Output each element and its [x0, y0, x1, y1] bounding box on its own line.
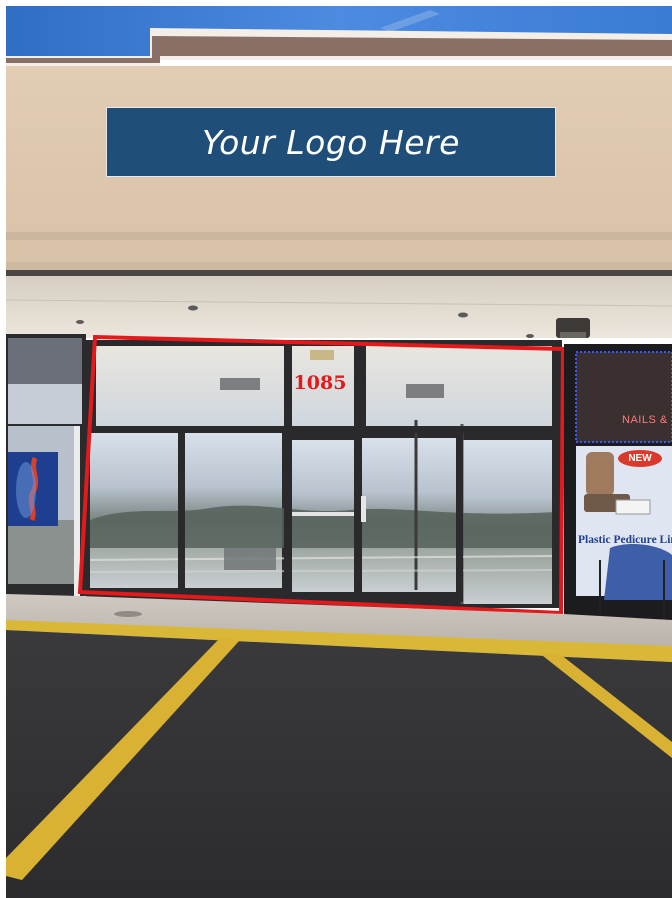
- logo-placeholder: Your Logo Here: [106, 107, 556, 177]
- unit-number: 1085: [293, 372, 347, 394]
- poster-caption: Plastic Pedicure Liners: [578, 534, 672, 546]
- door-sticker: [361, 496, 366, 522]
- security-light-icon: [556, 318, 590, 338]
- photo-frame: Your Logo Here 1085 NAILS & NEW Plastic …: [0, 0, 672, 898]
- nails-window-sign: NAILS &: [622, 414, 668, 426]
- spine-poster-icon: [8, 452, 58, 526]
- new-badge: NEW: [618, 450, 662, 467]
- logo-placeholder-text: Your Logo Here: [202, 122, 460, 162]
